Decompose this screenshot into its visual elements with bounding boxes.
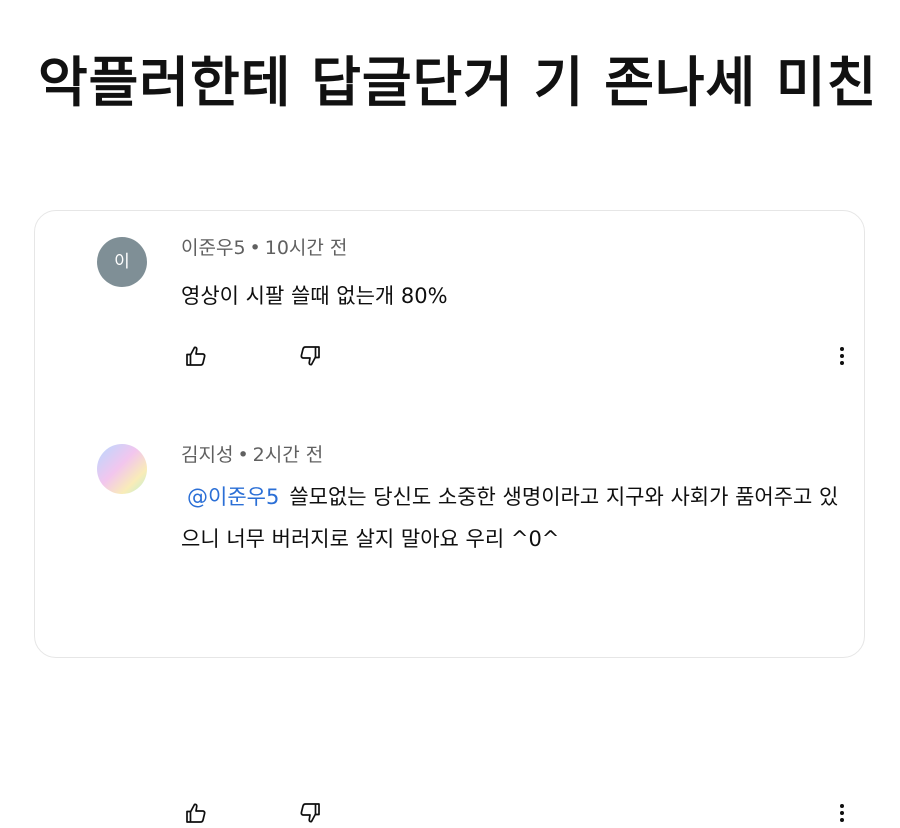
more-options-button[interactable] bbox=[827, 798, 857, 828]
dislike-button[interactable] bbox=[295, 341, 325, 371]
comment-meta: 김지성 • 2시간 전 bbox=[181, 442, 323, 468]
avatar[interactable]: 이 bbox=[97, 237, 147, 287]
comment-meta: 이준우5 • 10시간 전 bbox=[181, 235, 347, 261]
comment-time: 2시간 전 bbox=[252, 444, 324, 466]
thumb-up-icon bbox=[186, 803, 206, 823]
mention-link[interactable]: @이준우5 bbox=[187, 485, 279, 509]
comments-card: 이 이준우5 • 10시간 전 영상이 시팔 쓸때 없는개 80% 김지성 • … bbox=[34, 210, 865, 823]
comment-author[interactable]: 김지성 bbox=[181, 444, 233, 466]
meta-separator: • bbox=[249, 237, 261, 259]
comment-text: 영상이 시팔 쓸때 없는개 80% bbox=[181, 275, 841, 317]
dislike-button[interactable] bbox=[295, 798, 325, 828]
more-vertical-icon bbox=[840, 804, 844, 822]
comment-actions bbox=[181, 798, 844, 828]
post-title: 악플러한테 답글단거 기 존나세 미친 bbox=[38, 51, 878, 115]
thumb-down-icon bbox=[300, 803, 320, 823]
thumb-down-icon bbox=[300, 346, 320, 366]
comment-author[interactable]: 이준우5 bbox=[181, 237, 246, 259]
comment-body: 쓸모없는 당신도 소중한 생명이라고 지구와 사회가 품어주고 있으니 너무 버… bbox=[181, 485, 839, 551]
like-button[interactable] bbox=[181, 341, 211, 371]
comment-actions bbox=[181, 341, 844, 371]
meta-separator: • bbox=[237, 444, 249, 466]
thumb-up-icon bbox=[186, 346, 206, 366]
more-options-button[interactable] bbox=[827, 341, 857, 371]
comment-body: 영상이 시팔 쓸때 없는개 80% bbox=[181, 284, 448, 308]
more-vertical-icon bbox=[840, 347, 844, 365]
comment-time: 10시간 전 bbox=[264, 237, 348, 259]
avatar[interactable] bbox=[97, 444, 147, 494]
like-button[interactable] bbox=[181, 798, 211, 828]
comment-text: @이준우5 쓸모없는 당신도 소중한 생명이라고 지구와 사회가 품어주고 있으니… bbox=[181, 476, 841, 560]
